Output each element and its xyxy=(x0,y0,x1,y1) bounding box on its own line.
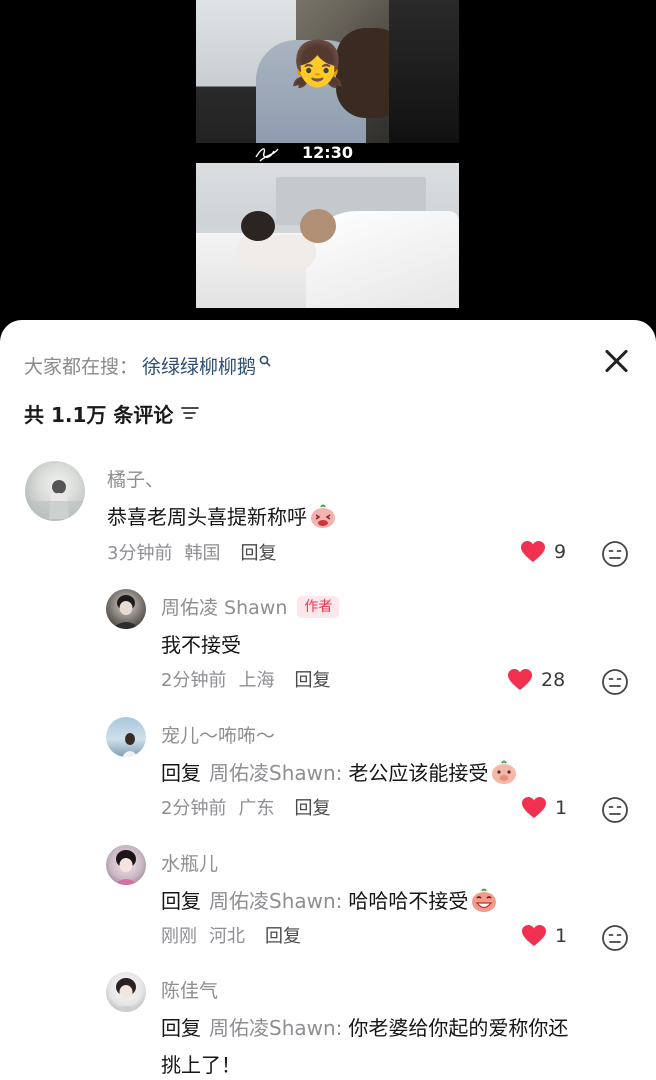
comment-text: 恭喜老周头喜提新称呼 xyxy=(107,501,337,530)
comment-text: 我不接受 xyxy=(161,633,241,657)
comment-text: 回复 周佑凌Shawn: 老公应该能接受 xyxy=(161,757,518,786)
like-button[interactable]: 1 xyxy=(521,924,567,948)
comment-username[interactable]: 陈佳气 xyxy=(161,976,218,1003)
like-button[interactable]: 28 xyxy=(507,668,565,692)
meh-face-icon[interactable] xyxy=(601,668,629,696)
comment-location: 上海 xyxy=(238,670,275,691)
comment-text: 回复 周佑凌Shawn: 你老婆给你起的爱称你还 xyxy=(161,1012,568,1041)
comment-meta: 2分钟前 上海 回复 xyxy=(161,666,342,692)
author-badge: 作者 xyxy=(297,595,340,618)
trending-search-term[interactable]: 徐绿绿柳柳鹅 xyxy=(142,352,256,379)
laughing-sticker-icon xyxy=(311,504,335,528)
comment-count-row[interactable]: 共 1.1万 条评论 xyxy=(24,398,200,428)
sort-icon[interactable] xyxy=(181,405,200,421)
like-count: 28 xyxy=(541,669,566,691)
like-button[interactable]: 9 xyxy=(520,540,566,564)
like-button[interactable]: 1 xyxy=(521,796,567,820)
video-frame-top: 👧 xyxy=(196,0,459,143)
video-frame-bottom xyxy=(196,163,459,308)
heart-icon xyxy=(521,541,545,562)
comment-time: 2分钟前 xyxy=(161,670,227,691)
heart-icon xyxy=(508,669,532,690)
video-time-label: 12:30 xyxy=(302,143,353,162)
pig-sticker-icon xyxy=(492,760,517,784)
avatar[interactable] xyxy=(106,972,146,1012)
trending-search-prefix: 大家都在搜： xyxy=(24,355,139,378)
avatar[interactable] xyxy=(106,717,146,757)
comment-count: 共 1.1万 条评论 xyxy=(24,402,174,427)
avatar[interactable] xyxy=(25,461,85,521)
heart-icon xyxy=(522,925,546,946)
like-count: 1 xyxy=(555,797,568,819)
video-player[interactable]: 👧 12:30 xyxy=(0,0,656,330)
search-icon xyxy=(259,355,271,367)
reply-button[interactable]: 回复 xyxy=(294,794,330,820)
comment-username[interactable]: 宠儿～咘咘～ xyxy=(161,721,275,748)
meh-face-icon[interactable] xyxy=(601,924,629,952)
meh-face-icon[interactable] xyxy=(601,796,629,824)
avatar[interactable] xyxy=(106,845,146,885)
like-count: 9 xyxy=(554,541,567,563)
reply-to-user[interactable]: 周佑凌Shawn: xyxy=(209,885,342,914)
comment-meta: 2分钟前 广东 回复 xyxy=(161,794,342,820)
grin-sticker-icon xyxy=(472,888,497,912)
comment-time: 2分钟前 xyxy=(161,798,227,819)
avatar[interactable] xyxy=(106,589,146,629)
comment-meta: 刚刚 河北 回复 xyxy=(161,922,313,948)
trending-search[interactable]: 大家都在搜： 徐绿绿柳柳鹅 xyxy=(24,350,272,380)
comment-time: 3分钟前 xyxy=(107,543,173,564)
face-cover-emoji-icon: 👧 xyxy=(290,39,345,90)
video-time-bar: 12:30 xyxy=(196,143,459,163)
reply-button[interactable]: 回复 xyxy=(240,539,276,565)
reply-to-user[interactable]: 周佑凌Shawn: xyxy=(209,757,342,786)
comment-meta: 3分钟前 韩国 回复 xyxy=(107,539,288,565)
close-icon[interactable] xyxy=(600,344,634,378)
comment-username[interactable]: 橘子、 xyxy=(107,465,164,492)
meh-face-icon[interactable] xyxy=(601,540,629,568)
like-count: 1 xyxy=(555,925,568,947)
comment-location: 河北 xyxy=(209,926,245,947)
heart-icon xyxy=(522,797,546,818)
reply-button[interactable]: 回复 xyxy=(265,922,301,948)
comment-text-continued: 挑上了！ xyxy=(161,1053,241,1077)
comment-username[interactable]: 周佑凌 Shawn 作者 xyxy=(161,593,340,620)
comment-location: 韩国 xyxy=(184,543,221,564)
comment-time: 刚刚 xyxy=(161,926,197,947)
comment-location: 广东 xyxy=(238,798,275,819)
reply-to-user[interactable]: 周佑凌Shawn: xyxy=(209,1012,342,1041)
comment-username[interactable]: 水瓶儿 xyxy=(161,849,218,876)
reply-button[interactable]: 回复 xyxy=(294,666,330,692)
comment-sheet: 大家都在搜： 徐绿绿柳柳鹅 共 1.1万 条评论 橘子、 恭喜老周头喜提新称呼 xyxy=(0,320,656,1080)
comment-text: 回复 周佑凌Shawn: 哈哈哈不接受 xyxy=(161,885,498,914)
